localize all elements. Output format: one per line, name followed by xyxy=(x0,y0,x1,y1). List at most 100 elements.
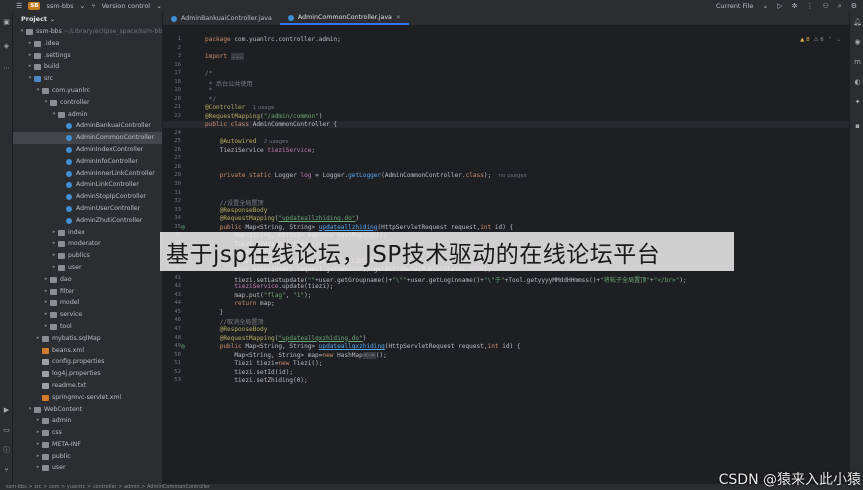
terminal-tool-icon[interactable]: ▭ xyxy=(2,426,11,435)
tree-item[interactable]: ▸ build xyxy=(13,61,162,73)
code-line[interactable]: */ xyxy=(205,96,216,103)
code-line[interactable]: @RequestMapping("/admin/common") xyxy=(205,113,322,120)
ai-assistant-icon[interactable]: ✦ xyxy=(853,98,862,107)
tree-item[interactable]: ▾ admin xyxy=(13,109,162,121)
chevron-right-icon[interactable]: ▸ xyxy=(35,439,41,451)
project-selector[interactable]: ssm-bbs xyxy=(46,2,73,10)
project-tool-icon[interactable]: ▣ xyxy=(2,18,11,27)
close-icon[interactable]: ✕ xyxy=(396,14,401,21)
chevron-right-icon[interactable]: ▸ xyxy=(35,462,41,474)
tree-item[interactable]: log4j.properties xyxy=(13,368,162,380)
main-menu-icon[interactable]: ☰ xyxy=(16,2,22,10)
notifications-icon[interactable]: 🔔︎ xyxy=(853,18,862,27)
code-line[interactable]: @RequestMapping("updateallzhiding.do") xyxy=(205,215,359,222)
tree-item[interactable]: ▸ filter xyxy=(13,286,162,298)
code-line[interactable]: @ResponseBody xyxy=(205,326,268,333)
maven-icon[interactable]: m xyxy=(853,58,862,67)
code-line[interactable]: import ... xyxy=(205,53,244,61)
problems-tool-icon[interactable]: ⓘ xyxy=(2,446,11,455)
tree-item[interactable]: ▾ WebContent xyxy=(13,404,162,416)
code-line[interactable]: public Map<String, String> updateallqxzh… xyxy=(205,343,521,350)
tree-item[interactable]: AdminInnerLinkController xyxy=(13,168,162,180)
code-line[interactable]: @Controller 1 usage xyxy=(205,104,275,111)
endpoint-gutter-icon[interactable]: ◎ xyxy=(181,223,185,231)
tree-item[interactable]: ▾ com.yuanlrc xyxy=(13,85,162,97)
tree-item[interactable]: ▸ .settings xyxy=(13,50,162,62)
code-line[interactable]: public Map<String, String> updateallzhid… xyxy=(205,224,514,231)
code-line[interactable]: tiezi.setZhiding(0); xyxy=(205,377,307,384)
project-panel-header[interactable]: Project ⌄ xyxy=(13,12,162,26)
chevron-right-icon[interactable]: ▸ xyxy=(35,333,41,345)
structure-tool-icon[interactable]: ⋯ xyxy=(2,64,11,73)
tab-admin-common-controller[interactable]: AdminCommonController.java ✕ xyxy=(279,12,409,25)
chevron-right-icon[interactable]: ▸ xyxy=(51,250,57,262)
tab-admin-bankuai-controller[interactable]: AdminBankuaiController.java xyxy=(163,12,280,25)
tree-item[interactable]: ▸ META-INF xyxy=(13,439,162,451)
collab-icon[interactable]: ⚇ xyxy=(823,2,829,10)
chevron-right-icon[interactable]: ▸ xyxy=(27,61,33,73)
more-icon[interactable]: ⋮ xyxy=(807,2,814,10)
inspection-widget[interactable]: ▲ 8 ⚠ 6 ⌃ ⌄ xyxy=(800,37,841,43)
chevron-right-icon[interactable]: ▸ xyxy=(35,451,41,463)
tree-item[interactable]: ▸ model xyxy=(13,297,162,309)
code-line[interactable]: Tiezi tiezi=new Tiezi(); xyxy=(205,360,322,367)
tree-item[interactable]: ▸ index xyxy=(13,227,162,239)
chevron-right-icon[interactable]: ▸ xyxy=(43,309,49,321)
code-line[interactable]: tiezi.setId(id); xyxy=(205,369,293,376)
tree-item[interactable]: ▸ moderator xyxy=(13,238,162,250)
tree-item[interactable]: readme.txt xyxy=(13,380,162,392)
tree-item[interactable]: ▸ public xyxy=(13,451,162,463)
code-line[interactable]: Map<String, String> map=new HashMap<~>()… xyxy=(205,351,387,359)
tree-item[interactable]: ▸ admin xyxy=(13,415,162,427)
settings-icon[interactable]: ⚙ xyxy=(851,2,857,10)
debug-icon[interactable]: ✲ xyxy=(792,2,798,10)
code-line[interactable]: @RequestMapping("updateallqxzhiding.do") xyxy=(205,335,367,342)
chevron-down-icon[interactable]: ⌄ xyxy=(836,37,841,43)
chevron-right-icon[interactable]: ▸ xyxy=(35,415,41,427)
run-icon[interactable]: ▷ xyxy=(777,2,782,10)
chevron-down-icon[interactable]: ▾ xyxy=(35,85,41,97)
chevron-right-icon[interactable]: ▸ xyxy=(51,238,57,250)
tree-item[interactable]: ▸ css xyxy=(13,427,162,439)
run-config-selector[interactable]: Current File xyxy=(716,2,753,10)
tree-item[interactable]: ▸ tool xyxy=(13,321,162,333)
code-line[interactable]: } xyxy=(205,309,224,316)
tree-item[interactable]: ▸ user xyxy=(13,462,162,474)
chevron-down-icon[interactable]: ▾ xyxy=(43,97,49,109)
code-line[interactable]: /* xyxy=(205,70,212,77)
chevron-down-icon[interactable]: ▾ xyxy=(19,26,25,38)
tree-item[interactable]: beans.xml xyxy=(13,345,162,357)
chevron-down-icon[interactable]: ▾ xyxy=(27,404,33,416)
chevron-right-icon[interactable]: ▸ xyxy=(43,274,49,286)
code-line[interactable]: tieziService.update(tiezi); xyxy=(205,283,333,290)
chevron-right-icon[interactable]: ▸ xyxy=(51,227,57,239)
search-icon[interactable]: ⌕ xyxy=(838,2,842,11)
vcs-menu[interactable]: Version control xyxy=(102,2,151,10)
chevron-right-icon[interactable]: ▸ xyxy=(35,427,41,439)
code-line[interactable]: private static Logger log = Logger.getLo… xyxy=(205,172,527,179)
plugin-icon[interactable]: ▪ xyxy=(853,122,862,131)
tree-item[interactable]: ▸ dao xyxy=(13,274,162,286)
chevron-right-icon[interactable]: ▸ xyxy=(51,262,57,274)
tree-item[interactable]: ▸ mybatis.sqlMap xyxy=(13,333,162,345)
tree-item[interactable]: AdminCommonController xyxy=(13,132,162,144)
tree-item[interactable]: ▸ user xyxy=(13,262,162,274)
code-line[interactable]: @ResponseBody xyxy=(205,207,268,214)
run-tool-icon[interactable]: ▶ xyxy=(2,406,11,415)
code-line[interactable]: map.put("flag", "1"); xyxy=(205,292,311,299)
code-line[interactable]: * xyxy=(205,87,213,94)
tree-item[interactable]: ▸ .idea xyxy=(13,38,162,50)
tree-item[interactable]: springmvc-servlet.xml xyxy=(13,392,162,404)
tree-item[interactable]: config.properties xyxy=(13,356,162,368)
tree-item[interactable]: AdminBankuaiController xyxy=(13,120,162,132)
chevron-down-icon[interactable]: ▾ xyxy=(27,73,33,85)
chevron-down-icon[interactable]: ▾ xyxy=(51,109,57,121)
commit-tool-icon[interactable]: ◈ xyxy=(2,42,11,51)
code-line[interactable]: package com.yuanlrc.controller.admin; xyxy=(205,36,341,43)
code-line[interactable]: public class AdminCommonController { xyxy=(163,121,849,129)
code-line[interactable]: TieziService tieziService; xyxy=(205,147,315,154)
tree-item[interactable]: AdminZhutiController xyxy=(13,215,162,227)
chevron-right-icon[interactable]: ▸ xyxy=(27,50,33,62)
tree-item[interactable]: ▾ ssm-bbs ~/Library/eclipse_space/ssm-bbs xyxy=(13,26,162,38)
tree-item[interactable]: AdminStopIpController xyxy=(13,191,162,203)
